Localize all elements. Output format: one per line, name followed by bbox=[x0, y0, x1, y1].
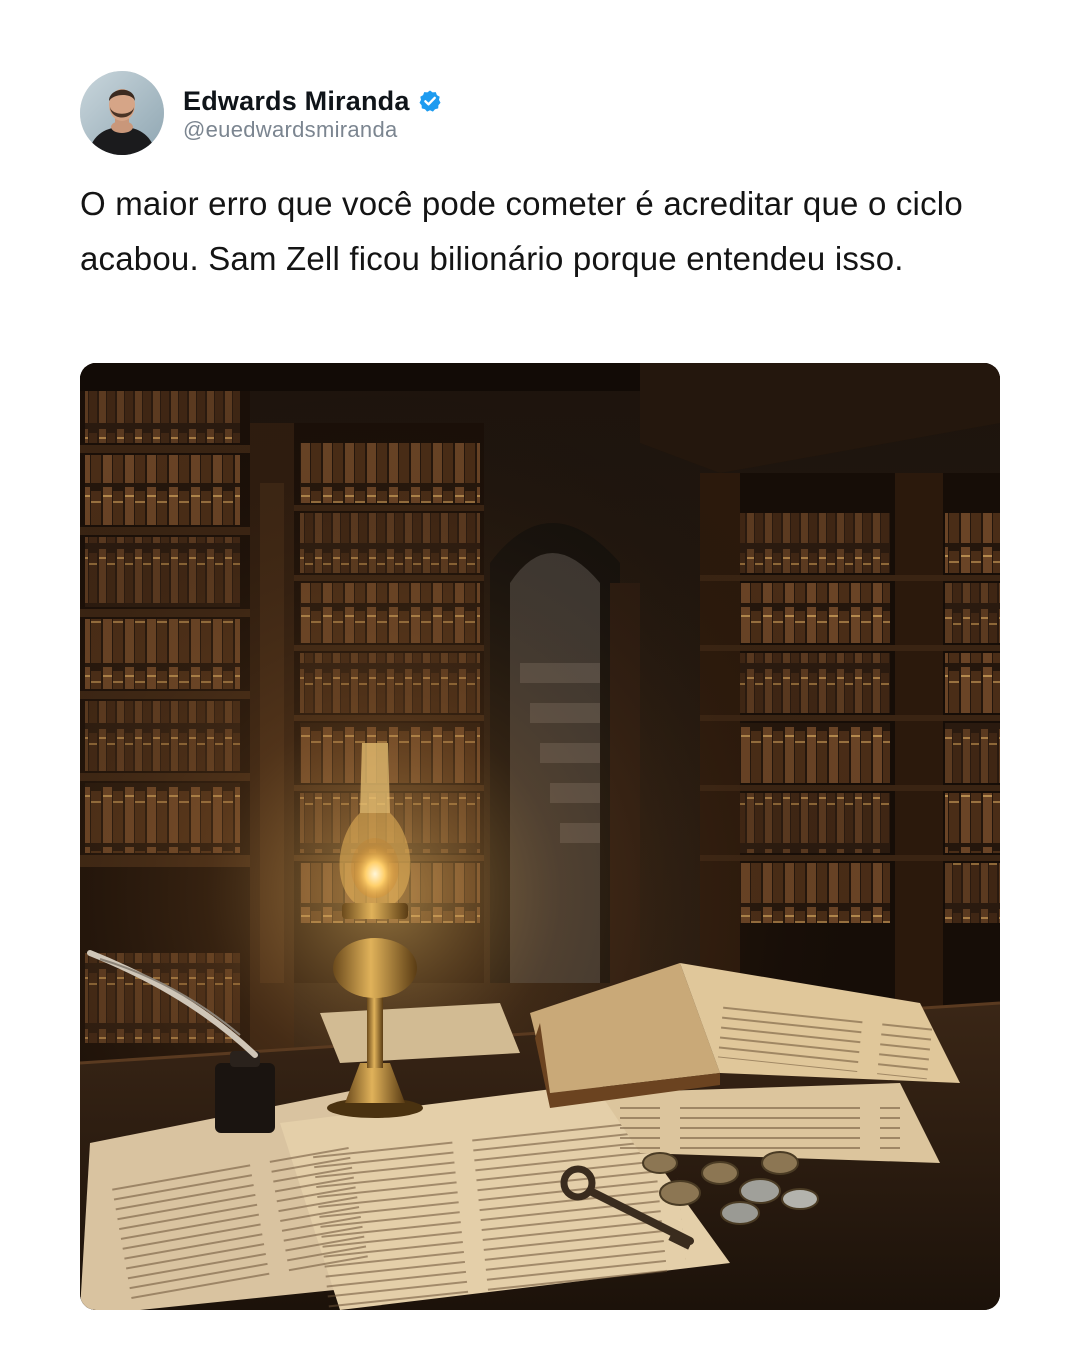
library-lamp-photo-icon bbox=[80, 363, 1000, 1310]
tweet-text: O maior erro que você pode cometer é acr… bbox=[80, 185, 963, 277]
author-avatar[interactable] bbox=[80, 71, 164, 155]
avatar-photo-icon bbox=[80, 71, 164, 155]
author-handle[interactable]: @euedwardsmiranda bbox=[183, 117, 398, 143]
tweet-card: Edwards Miranda @euedwardsmiranda O maio… bbox=[0, 0, 1080, 1350]
author-name-row: Edwards Miranda bbox=[183, 80, 442, 122]
verified-badge-icon bbox=[418, 89, 442, 113]
author-display-name[interactable]: Edwards Miranda bbox=[183, 86, 410, 117]
tweet-media-image[interactable] bbox=[80, 363, 1000, 1310]
